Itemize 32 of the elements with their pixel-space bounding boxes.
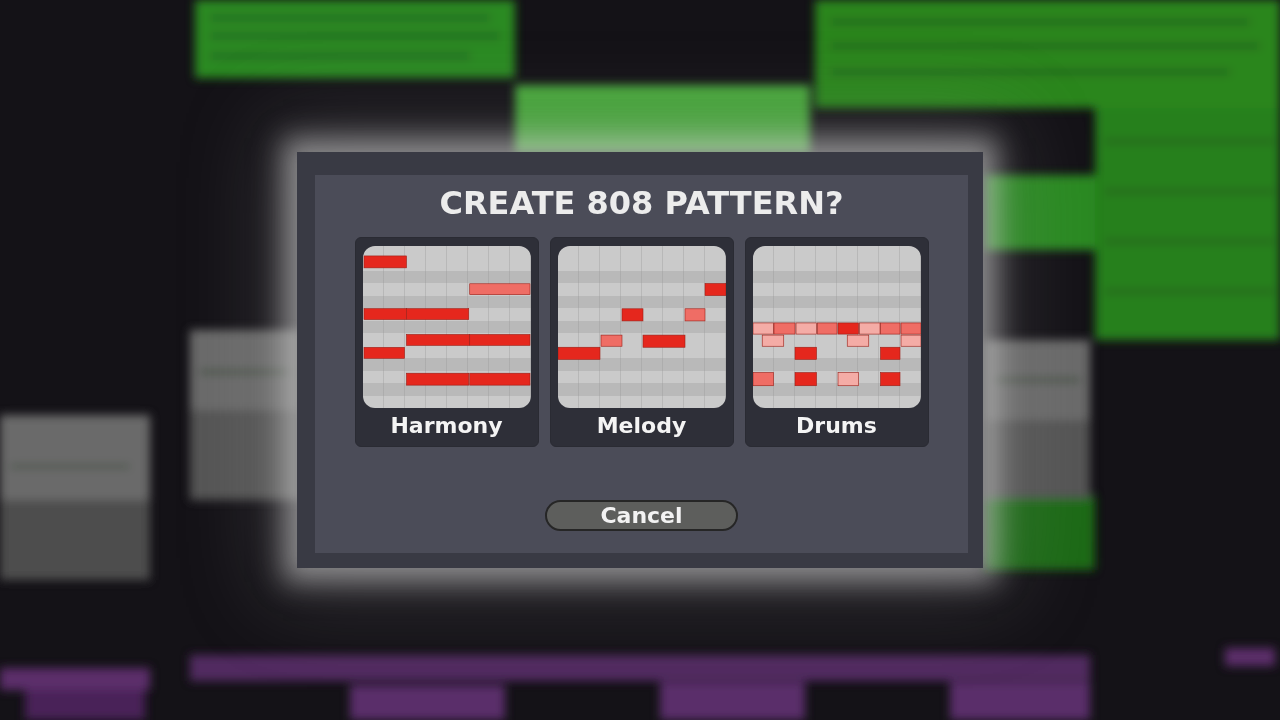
note-block	[642, 334, 685, 348]
cancel-button[interactable]: Cancel	[545, 500, 738, 531]
note-block	[752, 372, 774, 387]
note-block	[468, 334, 530, 346]
note-block	[900, 322, 921, 335]
note-block	[879, 322, 900, 335]
note-block	[752, 322, 774, 335]
note-block	[816, 322, 837, 335]
note-block	[468, 372, 530, 386]
note-block	[621, 308, 643, 322]
note-block	[837, 372, 859, 387]
pattern-option-card[interactable]: Harmony	[354, 237, 539, 447]
note-block	[773, 322, 795, 335]
blurred-clip	[1225, 648, 1275, 666]
pattern-option-card[interactable]: Melody	[549, 237, 734, 447]
note-block	[761, 334, 784, 347]
note-block	[879, 346, 900, 360]
note-block	[704, 283, 726, 296]
note-block	[858, 322, 880, 335]
note-block	[684, 308, 705, 322]
note-block	[405, 372, 469, 386]
note-block	[837, 322, 859, 335]
note-block	[363, 255, 407, 269]
note-block	[794, 346, 817, 360]
note-block	[900, 334, 921, 347]
note-block	[879, 372, 900, 387]
note-block	[846, 334, 869, 347]
note-block	[794, 372, 817, 387]
note-block	[795, 322, 817, 335]
pattern-option-card[interactable]: Drums	[744, 237, 929, 447]
note-block	[468, 283, 530, 295]
dialog-title: CREATE 808 PATTERN?	[439, 183, 844, 223]
